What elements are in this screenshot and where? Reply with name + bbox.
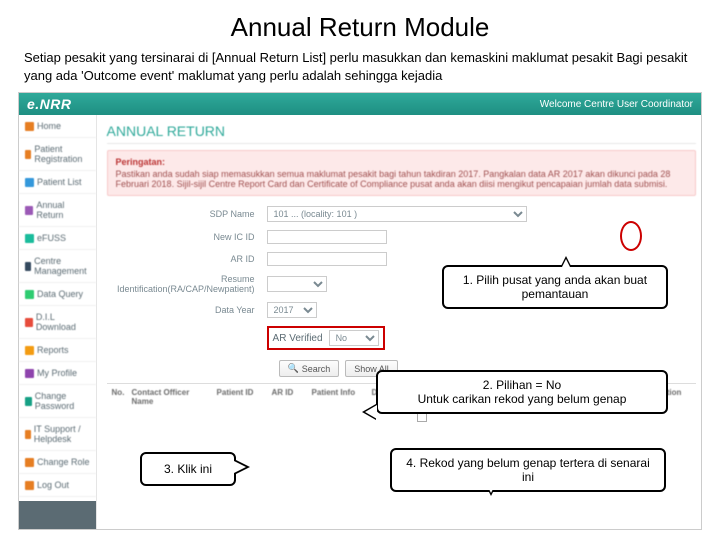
search-icon: 🔍 bbox=[288, 363, 299, 374]
label-sdp: SDP Name bbox=[107, 209, 267, 219]
sidebar-item-dil-download[interactable]: D.I.L Download bbox=[19, 306, 96, 339]
sidebar-item-label: D.I.L Download bbox=[36, 312, 90, 332]
sidebar-item-label: Centre Management bbox=[34, 256, 89, 276]
sidebar-item-reports[interactable]: Reports bbox=[19, 339, 96, 362]
verify-select[interactable] bbox=[267, 276, 327, 292]
nrric-input[interactable] bbox=[267, 230, 387, 244]
centre-icon bbox=[25, 262, 31, 271]
row-arid: AR ID bbox=[107, 252, 696, 266]
sidebar-item-centre-mgmt[interactable]: Centre Management bbox=[19, 250, 96, 283]
sidebar-item-logout[interactable]: Log Out bbox=[19, 474, 96, 497]
row-sdp: SDP Name 101 ... (locality: 101 ) bbox=[107, 206, 696, 222]
sidebar-item-annual-return[interactable]: Annual Return bbox=[19, 194, 96, 227]
th-patientid: Patient ID bbox=[214, 388, 269, 406]
support-icon bbox=[25, 430, 31, 439]
sidebar-item-label: Patient Registration bbox=[34, 144, 89, 164]
page-heading: ANNUAL RETURN bbox=[107, 121, 696, 144]
home-icon bbox=[25, 122, 34, 131]
efuss-icon bbox=[25, 234, 34, 243]
sidebar-item-label: eFUSS bbox=[37, 233, 66, 243]
callout-1: 1. Pilih pusat yang anda akan buat peman… bbox=[442, 265, 668, 309]
alert-body: Pastikan anda sudah siap memasukkan semu… bbox=[116, 169, 671, 189]
arid-input[interactable] bbox=[267, 252, 387, 266]
callout-2: 2. Pilihan = No Untuk carikan rekod yang… bbox=[376, 370, 668, 414]
label-year: Data Year bbox=[107, 305, 267, 315]
sidebar-footer bbox=[19, 501, 96, 529]
th-arid: AR ID bbox=[269, 388, 309, 406]
topbar: e.NRR Welcome Centre User Coordinator bbox=[19, 93, 701, 115]
row-nrric: New IC ID bbox=[107, 230, 696, 244]
sidebar-item-label: Change Role bbox=[37, 457, 90, 467]
reports-icon bbox=[25, 346, 34, 355]
ar-verified-select[interactable]: No bbox=[329, 330, 379, 346]
sidebar-item-label: Reports bbox=[37, 345, 69, 355]
sidebar-item-label: Annual Return bbox=[36, 200, 89, 220]
sidebar-item-efuss[interactable]: eFUSS bbox=[19, 227, 96, 250]
th-officer: Contact Officer Name bbox=[129, 388, 214, 406]
sidebar-item-patient-list[interactable]: Patient List bbox=[19, 171, 96, 194]
return-icon bbox=[25, 206, 33, 215]
sidebar-item-home[interactable]: Home bbox=[19, 115, 96, 138]
sdp-select[interactable]: 101 ... (locality: 101 ) bbox=[267, 206, 527, 222]
sidebar: Home Patient Registration Patient List A… bbox=[19, 115, 97, 529]
sidebar-item-label: Change Password bbox=[35, 391, 90, 411]
role-icon bbox=[25, 458, 34, 467]
label-ar-verified-text: AR Verified bbox=[273, 333, 323, 344]
sidebar-item-change-role[interactable]: Change Role bbox=[19, 451, 96, 474]
sidebar-item-data-query[interactable]: Data Query bbox=[19, 283, 96, 306]
callout-4: 4. Rekod yang belum genap tertera di sen… bbox=[390, 448, 666, 492]
sidebar-item-my-profile[interactable]: My Profile bbox=[19, 362, 96, 385]
sidebar-item-label: Log Out bbox=[37, 480, 69, 490]
sidebar-item-label: Home bbox=[37, 121, 61, 131]
th-no: No. bbox=[109, 388, 129, 406]
search-button-label: Search bbox=[302, 364, 331, 374]
list-icon bbox=[25, 178, 34, 187]
sidebar-item-label: Data Query bbox=[37, 289, 83, 299]
label-verify: Resume Identification(RA/CAP/Newpatient) bbox=[107, 274, 267, 294]
profile-icon bbox=[25, 369, 34, 378]
password-icon bbox=[25, 397, 32, 406]
highlight-circle-sdp bbox=[620, 221, 642, 251]
welcome-text: Welcome Centre User Coordinator bbox=[540, 99, 693, 110]
alert-box: Peringatan: Pastikan anda sudah siap mem… bbox=[107, 150, 696, 196]
search-button[interactable]: 🔍Search bbox=[279, 360, 340, 377]
logout-icon bbox=[25, 481, 34, 490]
label-nrric: New IC ID bbox=[107, 232, 267, 242]
row-ar-verified: AR Verified No bbox=[107, 326, 696, 350]
sidebar-item-patient-registration[interactable]: Patient Registration bbox=[19, 138, 96, 171]
label-arid: AR ID bbox=[107, 254, 267, 264]
slide-title: Annual Return Module bbox=[0, 0, 720, 49]
th-patientinfo: Patient Info bbox=[309, 388, 369, 406]
download-icon bbox=[25, 318, 33, 327]
slide-description: Setiap pesakit yang tersinarai di [Annua… bbox=[0, 49, 720, 92]
year-select[interactable]: 2017 bbox=[267, 302, 317, 318]
sidebar-item-support[interactable]: IT Support / Helpdesk bbox=[19, 418, 96, 451]
query-icon bbox=[25, 290, 34, 299]
sidebar-item-change-password[interactable]: Change Password bbox=[19, 385, 96, 418]
register-icon bbox=[25, 150, 31, 159]
verified-highlight: AR Verified No bbox=[267, 326, 385, 350]
alert-title: Peringatan: bbox=[116, 157, 687, 167]
sidebar-item-label: My Profile bbox=[37, 368, 77, 378]
sidebar-item-label: IT Support / Helpdesk bbox=[34, 424, 90, 444]
callout-3: 3. Klik ini bbox=[140, 452, 236, 486]
sidebar-item-label: Patient List bbox=[37, 177, 82, 187]
app-logo: e.NRR bbox=[27, 96, 72, 112]
